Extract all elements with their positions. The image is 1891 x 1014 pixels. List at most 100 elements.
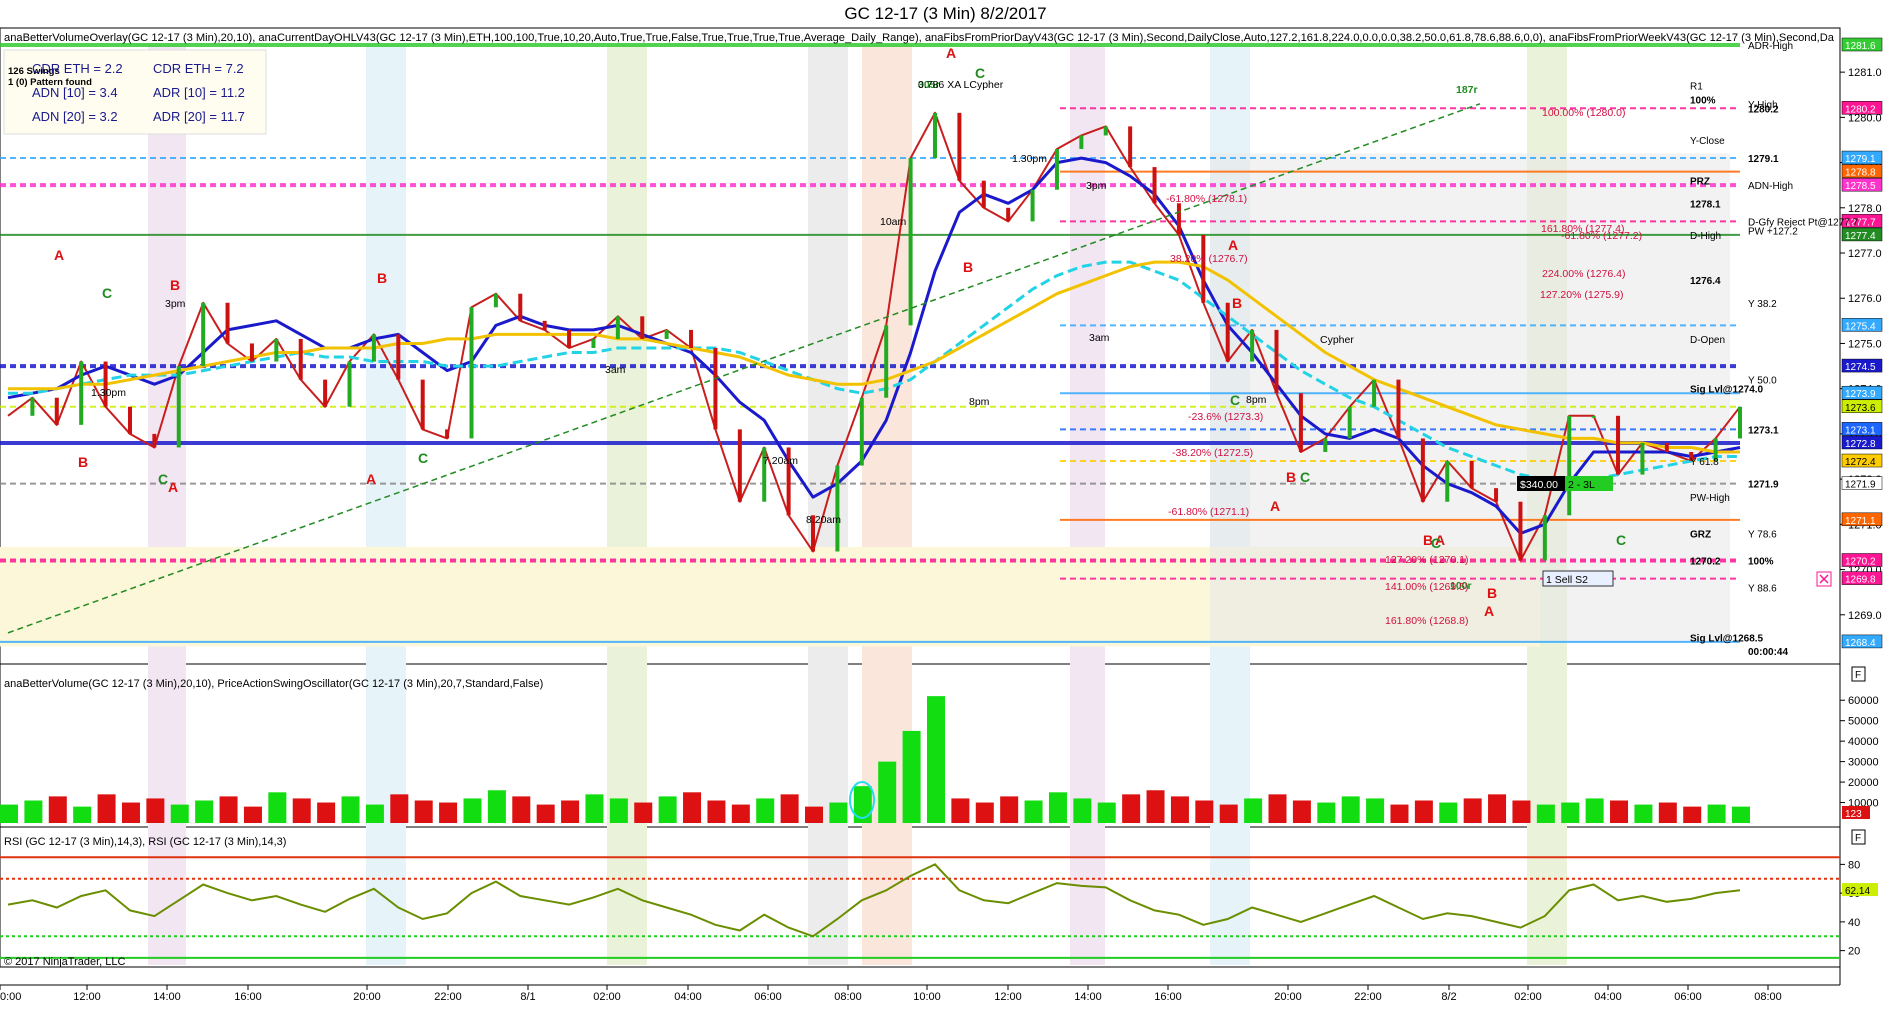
x-tick-label: 20:00 — [353, 991, 381, 1003]
x-tick-label: 06:00 — [1674, 991, 1702, 1003]
level-label: 1280.2 — [1748, 104, 1779, 115]
level-label: 1271.9 — [1748, 480, 1779, 491]
price-tag-label: 1270.2 — [1845, 557, 1876, 568]
chart-canvas: ABCABC ABCABCABCAB CABCABC 305r 187r100r1.3… — [0, 27, 1883, 1003]
price-tag-label: 1273.1 — [1845, 425, 1876, 436]
volume-panel-header: anaBetterVolume(GC 12-17 (3 Min),20,10),… — [4, 678, 543, 690]
stat-cdr-eth-1: CDR ETH = 2.2 — [32, 61, 123, 76]
level-label: Sig Lvl@1268.5 — [1690, 633, 1764, 644]
level-label: R1 — [1690, 82, 1703, 93]
volume-bar — [487, 790, 506, 823]
wave-label: B — [1232, 295, 1242, 311]
candle — [1152, 167, 1157, 204]
volume-bar — [463, 798, 482, 823]
volume-bar — [756, 798, 775, 823]
volume-bar — [536, 804, 555, 823]
volume-bar — [341, 796, 360, 823]
volume-last-label: 123 — [1845, 809, 1862, 820]
level-label: 100% — [1690, 95, 1716, 106]
chart-annotation: 100.00% (1280.0) — [1542, 107, 1625, 119]
candle — [518, 293, 523, 321]
chart-annotation: 1.30pm — [91, 387, 126, 399]
wave-label: A — [168, 479, 178, 495]
candle — [640, 316, 645, 339]
x-tick-label: 02:00 — [593, 991, 621, 1003]
level-label: GRZ — [1690, 529, 1711, 540]
volume-bar — [951, 798, 970, 823]
price-tag-label: 1271.9 — [1845, 480, 1876, 491]
price-tag-label: 1274.5 — [1845, 362, 1876, 373]
x-tick-label: 0:00 — [0, 991, 21, 1003]
candle — [689, 329, 694, 348]
volume-bar — [1048, 792, 1067, 823]
chart-annotation: -61.80% (1271.1) — [1168, 506, 1249, 518]
x-tick-label: 14:00 — [1074, 991, 1102, 1003]
candle — [1128, 126, 1133, 168]
candle — [1567, 415, 1572, 516]
volume-bar — [1512, 800, 1531, 823]
chart-annotation: 3pm — [165, 298, 186, 310]
volume-bar — [1341, 796, 1360, 823]
price-tag-label: 1272.8 — [1845, 439, 1876, 450]
candle — [1274, 329, 1279, 394]
price-tag-label: 1273.6 — [1845, 403, 1876, 414]
x-tick-label: 22:00 — [434, 991, 462, 1003]
wave-label: C — [1230, 392, 1240, 408]
chart-annotation: -38.20% (1272.5) — [1172, 447, 1253, 459]
candle — [445, 429, 450, 439]
wave-label: C — [1300, 469, 1310, 485]
volume-bar — [439, 802, 458, 823]
candle — [274, 338, 279, 362]
volume-bar — [1073, 798, 1092, 823]
volume-bar — [1097, 802, 1116, 823]
level-label: PRZ — [1690, 177, 1710, 188]
volume-bar — [561, 800, 580, 823]
level-label: Sig Lvl@1274.0 — [1690, 385, 1764, 396]
candle — [1176, 203, 1181, 235]
chart-annotation: 38.20% (1276.7) — [1170, 253, 1248, 265]
volume-bar — [1292, 800, 1311, 823]
candle — [176, 366, 181, 448]
wave-label: B — [78, 454, 88, 470]
volume-bar — [73, 806, 92, 823]
chart-annotation: Cypher — [1320, 334, 1354, 346]
copyright-label: © 2017 NinjaTrader, LLC — [4, 956, 125, 968]
candle — [859, 397, 864, 466]
wave-label: A — [54, 247, 64, 263]
volume-bar — [512, 796, 531, 823]
chart-annotation: 127.20% (1275.9) — [1540, 289, 1623, 301]
price-tick-label: 1269.0 — [1848, 610, 1882, 622]
candle — [957, 112, 962, 181]
level-label: Y 61.8 — [1690, 457, 1719, 468]
volume-bar — [1195, 800, 1214, 823]
wave-label: A — [946, 45, 956, 61]
volume-bar — [1146, 790, 1165, 823]
candle — [1201, 234, 1206, 303]
session-band-3 — [808, 45, 848, 965]
x-tick-label: 8/2 — [1441, 991, 1456, 1003]
candle — [908, 158, 913, 326]
candle — [493, 293, 498, 308]
session-band-4 — [862, 45, 912, 965]
candle — [103, 361, 108, 407]
level-label: Y-Close — [1690, 136, 1725, 147]
volume-bar — [414, 800, 433, 823]
candle — [1054, 149, 1059, 190]
stat-adr20-2: ADR [20] = 11.7 — [153, 109, 245, 124]
volume-bar — [268, 792, 287, 823]
wave-label: C — [418, 450, 428, 466]
volume-bar — [683, 792, 702, 823]
price-tick-label: 1281.0 — [1848, 67, 1882, 79]
candle — [1079, 135, 1084, 150]
chart-annotation: 1.30pm — [1012, 153, 1047, 165]
rsi-tick-label: 40 — [1848, 917, 1860, 929]
candle — [664, 329, 669, 339]
price-tag-label: 1268.4 — [1845, 638, 1876, 649]
volume-bar — [609, 798, 628, 823]
candle — [591, 338, 596, 348]
wave-label: B — [377, 270, 387, 286]
wave-label: A — [1228, 237, 1238, 253]
chart-annotation: 1 Sell S2 — [1546, 574, 1588, 586]
volume-bar — [48, 796, 67, 823]
volume-bar — [1610, 800, 1629, 823]
